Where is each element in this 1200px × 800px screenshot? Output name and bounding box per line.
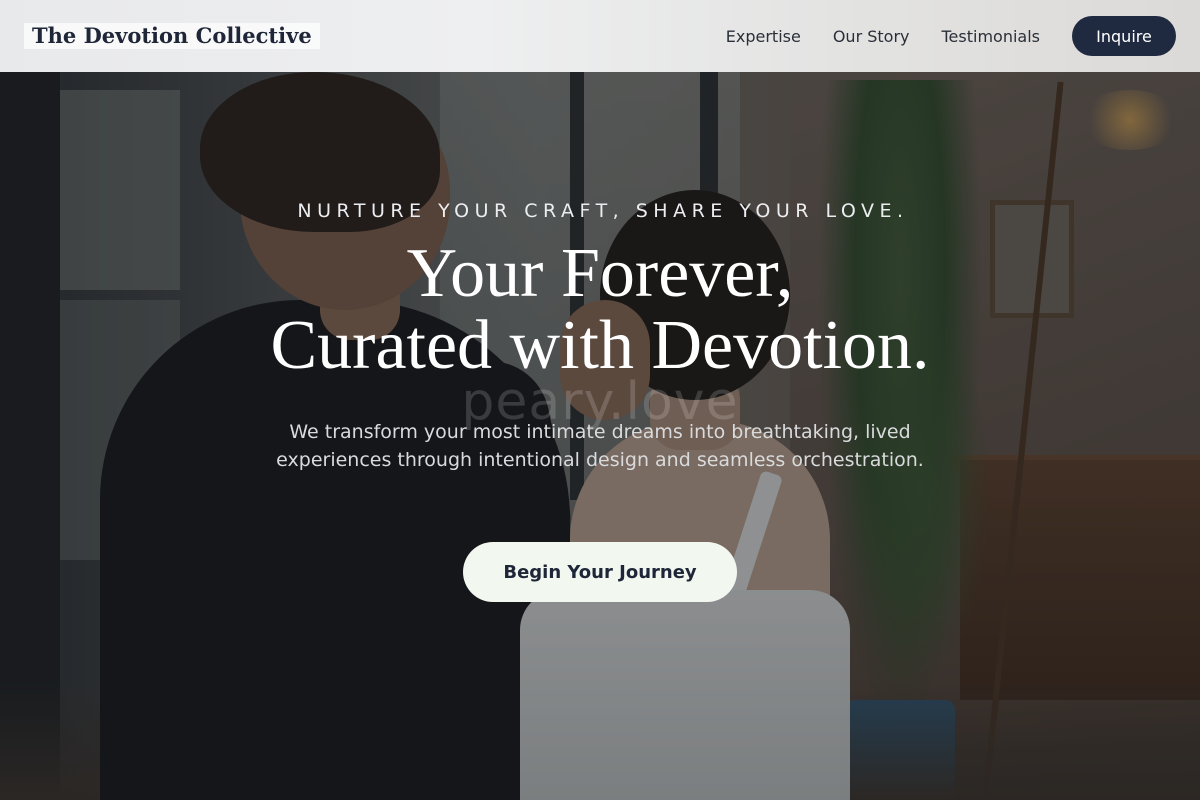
begin-journey-button[interactable]: Begin Your Journey [463, 542, 737, 602]
hero-headline-line-1: Your Forever, [406, 235, 794, 312]
hero-section: NURTURE YOUR CRAFT, SHARE YOUR LOVE. You… [0, 0, 1200, 800]
hero-headline-line-2: Curated with Devotion. [270, 307, 930, 384]
hero-headline: Your Forever, Curated with Devotion. [0, 238, 1200, 382]
hero-subtext: We transform your most intimate dreams i… [276, 421, 924, 471]
hero-eyebrow: NURTURE YOUR CRAFT, SHARE YOUR LOVE. [297, 200, 909, 222]
